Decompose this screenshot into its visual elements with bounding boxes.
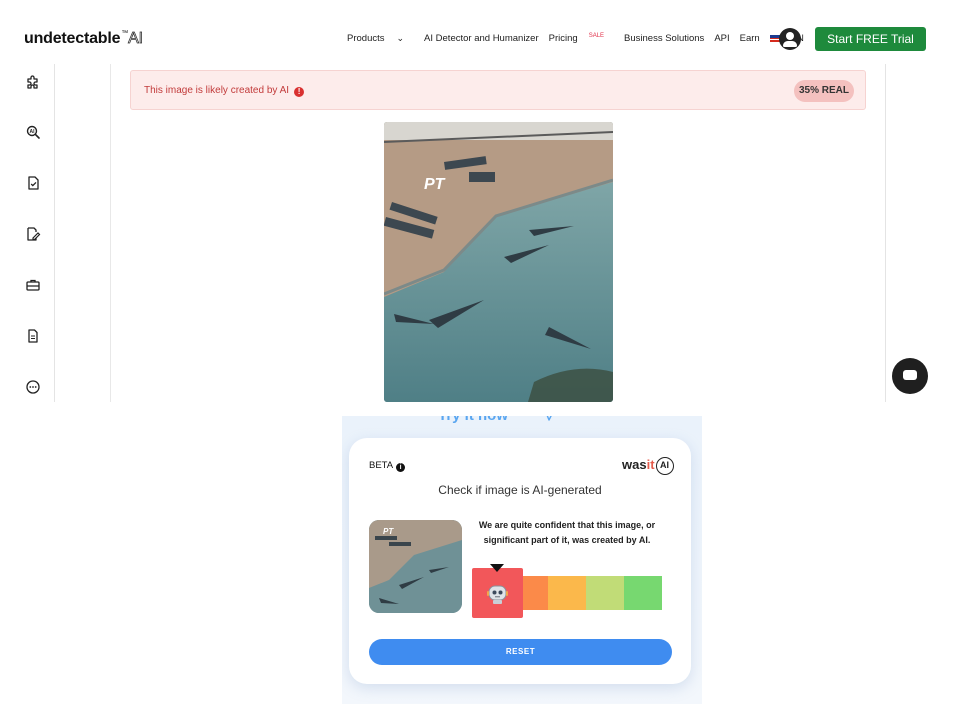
start-free-trial-button[interactable]: Start FREE Trial bbox=[815, 27, 926, 51]
logo-ai: AI bbox=[128, 30, 144, 48]
content-divider bbox=[110, 64, 111, 402]
nav-products-label: Products bbox=[347, 33, 385, 44]
briefcase-icon[interactable] bbox=[25, 277, 41, 293]
pool-sharks-thumbnail: PT bbox=[369, 520, 462, 613]
detection-message: This image is likely created by AI! bbox=[144, 85, 305, 97]
svg-text:AI: AI bbox=[30, 129, 36, 135]
magnify-icon[interactable]: AI bbox=[25, 124, 41, 140]
nav-earn[interactable]: Earn bbox=[740, 33, 760, 44]
reset-button[interactable]: RESET bbox=[369, 639, 672, 665]
try-it-now-banner: Try it now bbox=[438, 416, 556, 424]
alert-icon: ! bbox=[294, 87, 305, 97]
check-document-icon[interactable] bbox=[25, 175, 41, 191]
image-watermark: PT bbox=[424, 176, 446, 193]
chevron-down-icon: ⌄ bbox=[396, 33, 405, 43]
logo-was: was bbox=[622, 457, 647, 472]
paper-plane-icon bbox=[546, 416, 552, 421]
wasitai-screenshot: Try it now BETAi wasitAI Check if image … bbox=[342, 416, 702, 704]
tool-sidebar: AI bbox=[10, 64, 55, 402]
brand-logo[interactable]: undetectable™AI bbox=[24, 30, 143, 48]
scale-pointer-icon bbox=[490, 564, 504, 572]
scale-segment bbox=[548, 576, 586, 610]
logo-it: it bbox=[646, 457, 655, 472]
detection-result-banner: This image is likely created by AI! 35% … bbox=[130, 70, 866, 110]
analyzed-image: PT bbox=[384, 122, 613, 402]
main-nav: Products ⌄ AI Detector and Humanizer Pric… bbox=[347, 33, 843, 44]
try-it-now-label: Try it now bbox=[438, 416, 508, 424]
wasitai-result-card: BETA i wasit AI Check if image is AI-gener… bbox=[349, 438, 691, 684]
document-icon[interactable] bbox=[25, 328, 41, 344]
info-icon[interactable]: i bbox=[396, 463, 406, 472]
logo-ai-circle: AI bbox=[655, 457, 674, 475]
chat-support-icon[interactable] bbox=[892, 358, 928, 394]
uploaded-image-thumbnail: PT bbox=[369, 520, 462, 613]
verdict-text: We are quite confident that this image, … bbox=[478, 520, 656, 545]
account-avatar-icon[interactable] bbox=[779, 28, 801, 50]
nav-pricing-label: Pricing bbox=[548, 33, 578, 44]
logo-text: undetectable bbox=[24, 30, 121, 47]
sale-badge: SALE bbox=[588, 33, 605, 39]
card-title: Check if image is AI-generated bbox=[438, 483, 602, 497]
nav-detector[interactable]: AI Detector and Humanizer bbox=[424, 33, 539, 44]
nav-api[interactable]: API bbox=[714, 33, 729, 44]
robot-icon bbox=[487, 585, 508, 604]
top-navbar: undetectable™AI Products ⌄ AI Detector an… bbox=[10, 14, 944, 64]
scale-segment bbox=[586, 576, 624, 610]
pool-sharks-image: PT bbox=[384, 122, 613, 402]
scale-segment bbox=[624, 576, 662, 610]
puzzle-icon[interactable] bbox=[25, 74, 41, 90]
real-score-badge: 35% REAL bbox=[794, 80, 854, 102]
content-divider-right bbox=[885, 64, 886, 402]
more-icon[interactable] bbox=[25, 379, 41, 395]
beta-text: BETA bbox=[369, 460, 394, 471]
wasitai-logo: wasit AI bbox=[622, 457, 674, 475]
nav-business[interactable]: Business Solutions bbox=[624, 33, 704, 44]
detection-message-text: This image is likely created by AI bbox=[144, 85, 290, 96]
beta-label: BETA i bbox=[369, 460, 406, 472]
edit-document-icon[interactable] bbox=[25, 226, 41, 242]
nav-products[interactable]: Products ⌄ bbox=[347, 33, 414, 44]
nav-pricing[interactable]: Pricing SALE bbox=[549, 33, 614, 44]
undetectable-app-screenshot: undetectable™AI Products ⌄ AI Detector an… bbox=[10, 14, 944, 402]
thumbnail-watermark: PT bbox=[383, 527, 394, 536]
